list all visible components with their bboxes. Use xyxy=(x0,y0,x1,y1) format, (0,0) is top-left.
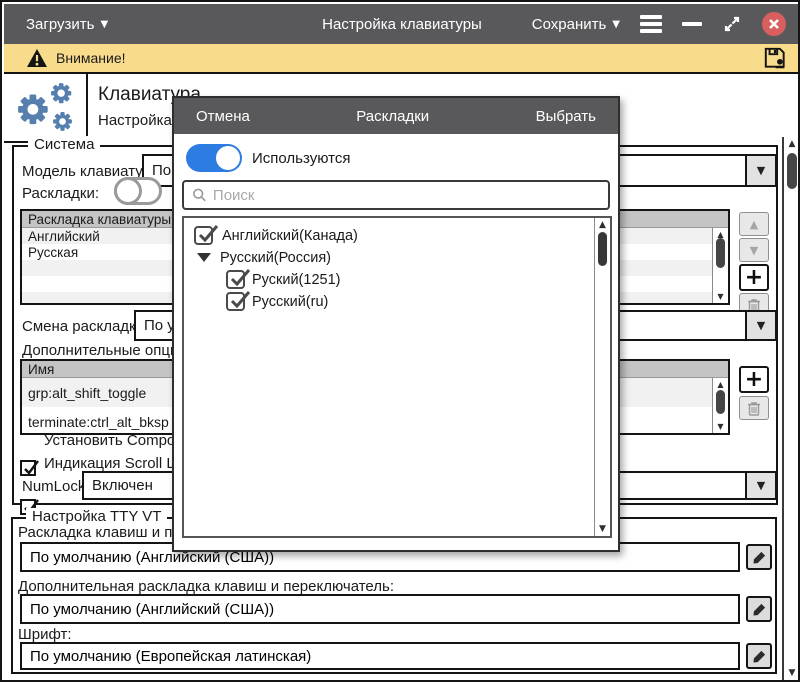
tree-item-label[interactable]: Английский(Канада) xyxy=(222,228,358,244)
pencil-icon xyxy=(752,602,767,617)
trash-icon xyxy=(747,401,761,416)
main-scrollbar[interactable]: ▲ ▼ xyxy=(782,137,800,680)
select-button[interactable]: Выбрать xyxy=(536,108,596,125)
check-icon xyxy=(228,289,250,311)
gears-icon xyxy=(10,79,80,137)
used-toggle-label: Используются xyxy=(252,150,350,167)
tree-scrollbar[interactable]: ▲ ▼ xyxy=(594,218,610,536)
extra-options-label: Дополнительные опции: xyxy=(22,342,191,359)
system-legend: Система xyxy=(28,136,100,153)
search-icon xyxy=(192,187,207,203)
move-down-button[interactable]: ▼ xyxy=(739,238,769,262)
chevron-down-icon[interactable]: ▼ xyxy=(745,312,775,339)
search-input[interactable] xyxy=(213,187,608,204)
cancel-button[interactable]: Отмена xyxy=(196,108,250,125)
add-option-button[interactable]: + xyxy=(739,366,769,393)
tree-item-label[interactable]: Руский(1251) xyxy=(252,272,340,288)
layouts-tree[interactable]: Английский(Канада) Русский(Россия) Руски… xyxy=(182,216,612,538)
save-file-icon[interactable] xyxy=(762,45,788,71)
layout-table-scrollbar[interactable]: ▲ ▼ xyxy=(712,228,728,303)
tty-extra-layout-input[interactable] xyxy=(22,601,738,618)
search-box[interactable] xyxy=(182,180,610,210)
expand-icon[interactable] xyxy=(722,14,742,34)
save-menu-button[interactable]: Сохранить ▼ xyxy=(532,16,620,33)
menu-icon[interactable] xyxy=(640,15,662,33)
numlock-label: NumLock: xyxy=(22,478,90,495)
move-up-button[interactable]: ▲ xyxy=(739,212,769,236)
tree-item-label[interactable]: Русский(ru) xyxy=(252,294,328,310)
pencil-icon xyxy=(752,649,767,664)
app-icon-box xyxy=(4,74,88,143)
check-icon xyxy=(228,267,250,289)
scrollbar-thumb[interactable] xyxy=(716,390,725,414)
tty-font-label: Шрифт: xyxy=(18,626,72,643)
scroll-down-icon[interactable]: ▼ xyxy=(595,524,610,534)
tty-font-edit-button[interactable] xyxy=(746,643,772,669)
scroll-up-icon[interactable]: ▲ xyxy=(595,220,610,230)
scrollbar-thumb[interactable] xyxy=(598,232,607,266)
layout-switch-label: Смена раскладки: xyxy=(22,318,148,335)
used-toggle[interactable] xyxy=(186,144,242,172)
warning-bar: Внимание! xyxy=(4,44,800,74)
delete-option-button[interactable] xyxy=(739,396,769,420)
tty-font-field[interactable] xyxy=(20,642,740,670)
tty-layout-edit-button[interactable] xyxy=(746,544,772,570)
warning-text: Внимание! xyxy=(56,50,126,66)
check-icon xyxy=(22,458,40,476)
chevron-down-icon[interactable]: ▼ xyxy=(745,156,775,185)
scroll-down-icon[interactable]: ▼ xyxy=(784,668,800,678)
minimize-icon[interactable] xyxy=(682,22,702,26)
tty-extra-layout-field[interactable] xyxy=(20,594,740,624)
chevron-down-icon[interactable]: ▼ xyxy=(745,473,775,498)
scroll-up-icon[interactable]: ▲ xyxy=(713,380,728,389)
tree-checkbox[interactable] xyxy=(226,292,245,311)
app-window: Загрузить ▼ Настройка клавиатуры Сохрани… xyxy=(0,0,800,682)
layouts-toggle[interactable] xyxy=(114,177,162,205)
layouts-label: Раскладки: xyxy=(22,185,99,202)
save-menu-label: Сохранить xyxy=(532,16,607,33)
expander-icon[interactable] xyxy=(197,253,211,262)
pencil-icon xyxy=(752,550,767,565)
layouts-dialog: Отмена Раскладки Выбрать Используются Ан… xyxy=(172,96,620,552)
scroll-down-icon[interactable]: ▼ xyxy=(713,422,728,431)
tty-extra-layout-edit-button[interactable] xyxy=(746,596,772,622)
close-icon[interactable] xyxy=(762,12,786,36)
add-layout-button[interactable]: + xyxy=(739,264,769,291)
tty-extra-layout-label: Дополнительная раскладка клавиш и перекл… xyxy=(18,578,394,595)
check-icon xyxy=(196,223,218,245)
warning-icon xyxy=(26,48,48,68)
dialog-header: Отмена Раскладки Выбрать xyxy=(174,98,618,134)
tree-checkbox[interactable] xyxy=(194,226,213,245)
scrollbar-thumb[interactable] xyxy=(716,238,725,268)
scrollbar-thumb[interactable] xyxy=(787,153,797,189)
options-table-scrollbar[interactable]: ▲ ▼ xyxy=(712,378,728,433)
dialog-title: Раскладки xyxy=(356,108,429,125)
tree-checkbox[interactable] xyxy=(226,270,245,289)
scroll-up-icon[interactable]: ▲ xyxy=(784,139,800,149)
compose-label: Установить Compose xyxy=(44,432,191,449)
tree-item-label[interactable]: Русский(Россия) xyxy=(220,250,331,266)
tty-legend: Настройка TTY VT xyxy=(26,508,167,525)
titlebar: Загрузить ▼ Настройка клавиатуры Сохрани… xyxy=(4,4,800,44)
chevron-down-icon: ▼ xyxy=(612,19,620,30)
scroll-down-icon[interactable]: ▼ xyxy=(713,292,728,301)
tty-font-input[interactable] xyxy=(22,648,738,665)
compose-checkbox[interactable] xyxy=(20,460,36,476)
